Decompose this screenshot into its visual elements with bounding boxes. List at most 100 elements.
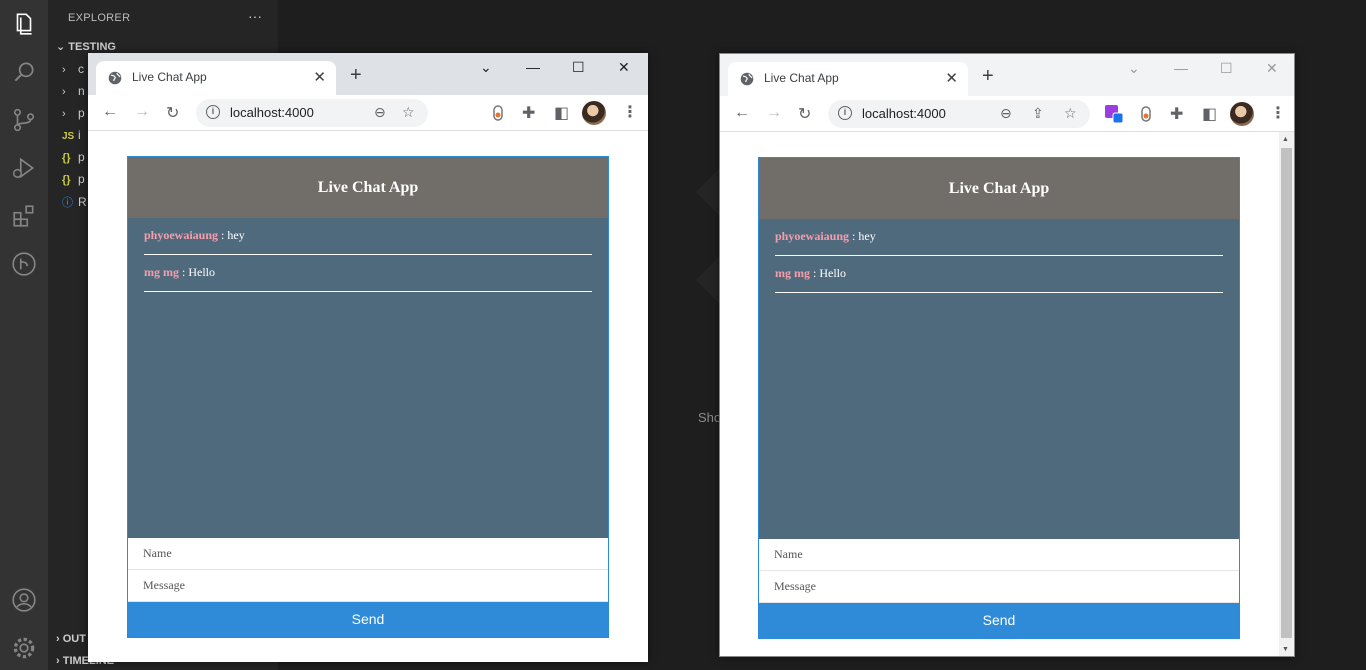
reload-icon[interactable]: ↻ <box>166 103 179 123</box>
extensions-puzzle-icon[interactable]: ✚ <box>1170 104 1183 124</box>
name-input[interactable]: Name <box>128 538 608 570</box>
chat-title: Live Chat App <box>128 157 608 218</box>
forward-icon[interactable]: → <box>134 103 150 121</box>
tree-item[interactable]: › p <box>62 106 85 120</box>
chat-app: Live Chat App phyoewaiaung : hey mg mg :… <box>758 157 1240 639</box>
chevron-right-icon: › <box>56 633 63 645</box>
maximize-icon[interactable]: ☐ <box>572 59 585 76</box>
share-icon[interactable]: ⇪ <box>1032 105 1044 122</box>
scroll-up-arrow-icon[interactable]: ▲ <box>1282 136 1289 143</box>
chat-messages: phyoewaiaung : hey mg mg : Hello <box>759 219 1239 539</box>
more-actions-icon[interactable]: ··· <box>248 8 262 24</box>
send-button[interactable]: Send <box>759 603 1239 638</box>
back-icon[interactable]: ← <box>734 104 750 122</box>
side-panel-icon[interactable]: ◧ <box>1202 104 1217 124</box>
info-file-icon: ⓘ <box>62 197 73 209</box>
tree-item[interactable]: ⓘ R <box>62 194 87 210</box>
new-tab-button[interactable]: + <box>350 65 362 85</box>
chevron-right-icon: › <box>62 108 66 120</box>
chat-message: mg mg : Hello <box>144 255 592 292</box>
zoom-icon[interactable]: ⊖ <box>374 104 386 121</box>
tree-item[interactable]: {} p <box>62 150 85 164</box>
source-control-icon[interactable] <box>10 106 38 134</box>
browser-toolbar: ← → ↻ i localhost:4000 ⊖ ⇪ ☆ ✚ ◧ ⋮ <box>720 96 1294 132</box>
outline-section[interactable]: › OUT <box>56 633 86 645</box>
browser-tab[interactable]: Live Chat App ✕ <box>728 62 968 96</box>
window-close-icon[interactable]: ✕ <box>1266 60 1278 77</box>
scroll-down-arrow-icon[interactable]: ▼ <box>1282 646 1289 653</box>
side-panel-icon[interactable]: ◧ <box>554 103 569 123</box>
menu-icon[interactable]: ⋮ <box>1270 103 1286 123</box>
workspace-section[interactable]: ⌄ TESTING <box>56 40 116 53</box>
browser-window-right: Live Chat App ✕ + ⌄ — ☐ ✕ ← → ↻ i localh… <box>719 53 1295 657</box>
zoom-icon[interactable]: ⊖ <box>1000 105 1012 122</box>
browser-window-left: Live Chat App ✕ + ⌄ — ☐ ✕ ← → ↻ i localh… <box>88 53 648 662</box>
message-author: phyoewaiaung <box>144 228 219 242</box>
message-input[interactable]: Message <box>759 571 1239 603</box>
profile-avatar[interactable] <box>582 101 606 125</box>
outline-label: OUT <box>62 633 86 645</box>
tab-search-icon[interactable]: ⌄ <box>480 59 492 76</box>
scrollbar-thumb[interactable] <box>1281 148 1292 638</box>
page-content: Live Chat App phyoewaiaung : hey mg mg :… <box>720 132 1294 656</box>
extension-icon[interactable] <box>1136 104 1156 124</box>
tree-item[interactable]: {} p <box>62 172 85 186</box>
globe-icon <box>108 71 122 85</box>
back-icon[interactable]: ← <box>102 103 118 121</box>
chevron-right-icon: › <box>62 86 66 98</box>
address-bar[interactable]: i localhost:4000 ⊖ ⇪ ☆ <box>828 100 1090 128</box>
chat-title: Live Chat App <box>759 158 1239 219</box>
url-text: localhost:4000 <box>230 105 314 120</box>
chevron-down-icon: ⌄ <box>56 41 69 53</box>
tree-item[interactable]: JS i <box>62 128 81 142</box>
search-icon[interactable] <box>10 58 38 86</box>
extensions-icon[interactable] <box>10 202 38 230</box>
forward-icon[interactable]: → <box>766 104 782 122</box>
settings-gear-icon[interactable] <box>10 634 38 662</box>
editor-hint: Sho <box>698 410 722 425</box>
chat-message: phyoewaiaung : hey <box>144 218 592 255</box>
menu-icon[interactable]: ⋮ <box>622 102 638 122</box>
tree-item-label: p <box>78 106 85 120</box>
message-text: : Hello <box>810 266 846 280</box>
run-debug-icon[interactable] <box>10 154 38 182</box>
vertical-scrollbar[interactable]: ▲ ▼ <box>1279 132 1294 656</box>
tree-item[interactable]: › c <box>62 62 84 76</box>
window-close-icon[interactable]: ✕ <box>618 59 630 76</box>
name-input[interactable]: Name <box>759 539 1239 571</box>
message-author: phyoewaiaung <box>775 229 850 243</box>
reload-icon[interactable]: ↻ <box>798 104 811 124</box>
bookmark-star-icon[interactable]: ☆ <box>402 104 415 121</box>
browser-tab[interactable]: Live Chat App ✕ <box>96 61 336 95</box>
chat-message: phyoewaiaung : hey <box>775 219 1223 256</box>
explorer-title: EXPLORER <box>68 12 131 24</box>
new-tab-button[interactable]: + <box>982 66 994 86</box>
message-author: mg mg <box>144 265 179 279</box>
profile-avatar[interactable] <box>1230 102 1254 126</box>
site-info-icon[interactable]: i <box>206 105 220 119</box>
minimize-icon[interactable]: — <box>526 59 540 75</box>
tab-close-icon[interactable]: ✕ <box>313 68 326 86</box>
color-picker-extension-icon[interactable] <box>1104 104 1124 124</box>
git-graph-icon[interactable] <box>10 250 38 278</box>
bookmark-star-icon[interactable]: ☆ <box>1064 105 1077 122</box>
address-bar[interactable]: i localhost:4000 ⊖ ☆ <box>196 99 428 127</box>
message-text: : hey <box>218 228 245 242</box>
page-content: Live Chat App phyoewaiaung : hey mg mg :… <box>88 131 648 662</box>
send-button[interactable]: Send <box>128 602 608 637</box>
tab-strip: Live Chat App ✕ + ⌄ — ☐ ✕ <box>720 54 1294 96</box>
extension-icon[interactable] <box>488 103 508 123</box>
chat-app: Live Chat App phyoewaiaung : hey mg mg :… <box>127 156 609 638</box>
maximize-icon[interactable]: ☐ <box>1220 60 1233 77</box>
extensions-puzzle-icon[interactable]: ✚ <box>522 103 535 123</box>
json-file-icon: {} <box>62 174 71 186</box>
explorer-icon[interactable] <box>10 10 38 38</box>
site-info-icon[interactable]: i <box>838 106 852 120</box>
account-icon[interactable] <box>10 586 38 614</box>
tab-search-icon[interactable]: ⌄ <box>1128 60 1140 77</box>
tab-title: Live Chat App <box>764 71 839 85</box>
minimize-icon[interactable]: — <box>1174 60 1188 76</box>
tab-close-icon[interactable]: ✕ <box>945 69 958 87</box>
message-input[interactable]: Message <box>128 570 608 602</box>
tree-item[interactable]: › n <box>62 84 85 98</box>
